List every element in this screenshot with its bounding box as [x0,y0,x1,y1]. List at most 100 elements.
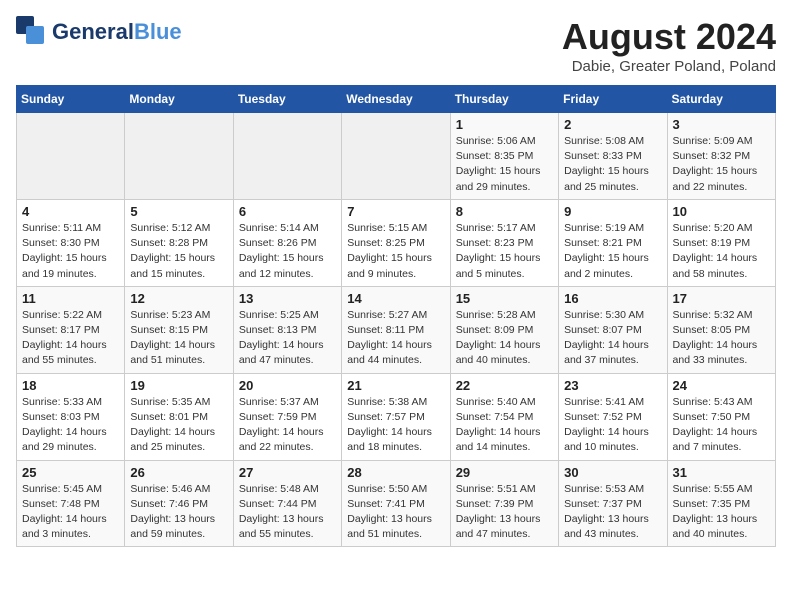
calendar-cell: 26 Sunrise: 5:46 AMSunset: 7:46 PMDayligh… [125,460,233,547]
calendar-cell: 17Sunrise: 5:32 AMSunset: 8:05 PMDayligh… [667,286,775,373]
day-info: Sunrise: 5:43 AMSunset: 7:50 PMDaylight:… [673,395,770,456]
day-info: Sunrise: 5:51 AMSunset: 7:39 PMDaylight:… [456,482,553,543]
day-info: Sunrise: 5:08 AMSunset: 8:33 PMDaylight:… [564,134,661,195]
column-header-saturday: Saturday [667,86,775,113]
day-info: Sunrise: 5:06 AMSunset: 8:35 PMDaylight:… [456,134,553,195]
title-area: August 2024 Dabie, Greater Poland, Polan… [562,16,776,75]
day-number: 22 [456,378,553,393]
day-number: 20 [239,378,336,393]
calendar-cell: 5Sunrise: 5:12 AMSunset: 8:28 PMDaylight… [125,199,233,286]
day-number: 31 [673,465,770,480]
subtitle: Dabie, Greater Poland, Poland [562,58,776,75]
calendar-week-row: 25 Sunrise: 5:45 AMSunset: 7:48 PMDayligh… [17,460,776,547]
day-number: 12 [130,291,227,306]
calendar-cell: 4 Sunrise: 5:11 AMSunset: 8:30 PMDaylight… [17,199,125,286]
calendar-cell: 27 Sunrise: 5:48 AMSunset: 7:44 PMDayligh… [233,460,341,547]
column-header-monday: Monday [125,86,233,113]
day-info: Sunrise: 5:25 AMSunset: 8:13 PMDaylight:… [239,308,336,369]
calendar-cell [17,113,125,200]
calendar-cell: 3 Sunrise: 5:09 AMSunset: 8:32 PMDaylight… [667,113,775,200]
column-header-wednesday: Wednesday [342,86,450,113]
day-info: Sunrise: 5:11 AMSunset: 8:30 PMDaylight:… [22,221,119,282]
logo-general: General [52,19,134,44]
main-title: August 2024 [562,16,776,58]
day-number: 7 [347,204,444,219]
day-info: Sunrise: 5:40 AMSunset: 7:54 PMDaylight:… [456,395,553,456]
day-number: 25 [22,465,119,480]
calendar-cell: 7 Sunrise: 5:15 AMSunset: 8:25 PMDaylight… [342,199,450,286]
day-number: 15 [456,291,553,306]
day-info: Sunrise: 5:09 AMSunset: 8:32 PMDaylight:… [673,134,770,195]
day-number: 28 [347,465,444,480]
day-info: Sunrise: 5:48 AMSunset: 7:44 PMDaylight:… [239,482,336,543]
day-info: Sunrise: 5:14 AMSunset: 8:26 PMDaylight:… [239,221,336,282]
calendar-cell: 8 Sunrise: 5:17 AMSunset: 8:23 PMDaylight… [450,199,558,286]
calendar-cell: 14 Sunrise: 5:27 AMSunset: 8:11 PMDayligh… [342,286,450,373]
calendar-cell: 19 Sunrise: 5:35 AMSunset: 8:01 PMDayligh… [125,373,233,460]
calendar-cell: 16Sunrise: 5:30 AMSunset: 8:07 PMDayligh… [559,286,667,373]
column-header-friday: Friday [559,86,667,113]
day-number: 4 [22,204,119,219]
calendar-week-row: 18Sunrise: 5:33 AMSunset: 8:03 PMDayligh… [17,373,776,460]
calendar-cell [233,113,341,200]
day-number: 9 [564,204,661,219]
day-info: Sunrise: 5:23 AMSunset: 8:15 PMDaylight:… [130,308,227,369]
day-info: Sunrise: 5:46 AMSunset: 7:46 PMDaylight:… [130,482,227,543]
calendar-cell: 21Sunrise: 5:38 AMSunset: 7:57 PMDayligh… [342,373,450,460]
day-number: 13 [239,291,336,306]
day-info: Sunrise: 5:45 AMSunset: 7:48 PMDaylight:… [22,482,119,543]
calendar-cell: 22 Sunrise: 5:40 AMSunset: 7:54 PMDayligh… [450,373,558,460]
day-info: Sunrise: 5:20 AMSunset: 8:19 PMDaylight:… [673,221,770,282]
day-number: 8 [456,204,553,219]
day-number: 3 [673,117,770,132]
day-info: Sunrise: 5:22 AMSunset: 8:17 PMDaylight:… [22,308,119,369]
day-info: Sunrise: 5:27 AMSunset: 8:11 PMDaylight:… [347,308,444,369]
day-number: 26 [130,465,227,480]
day-info: Sunrise: 5:41 AMSunset: 7:52 PMDaylight:… [564,395,661,456]
day-info: Sunrise: 5:15 AMSunset: 8:25 PMDaylight:… [347,221,444,282]
calendar-cell: 31Sunrise: 5:55 AMSunset: 7:35 PMDayligh… [667,460,775,547]
day-info: Sunrise: 5:30 AMSunset: 8:07 PMDaylight:… [564,308,661,369]
calendar-cell: 6Sunrise: 5:14 AMSunset: 8:26 PMDaylight… [233,199,341,286]
calendar-cell: 10Sunrise: 5:20 AMSunset: 8:19 PMDayligh… [667,199,775,286]
day-info: Sunrise: 5:32 AMSunset: 8:05 PMDaylight:… [673,308,770,369]
day-number: 11 [22,291,119,306]
calendar-cell: 28 Sunrise: 5:50 AMSunset: 7:41 PMDayligh… [342,460,450,547]
day-info: Sunrise: 5:35 AMSunset: 8:01 PMDaylight:… [130,395,227,456]
logo-icon [16,16,48,48]
day-number: 24 [673,378,770,393]
day-number: 18 [22,378,119,393]
column-header-thursday: Thursday [450,86,558,113]
calendar-cell: 20 Sunrise: 5:37 AMSunset: 7:59 PMDayligh… [233,373,341,460]
calendar-cell: 25 Sunrise: 5:45 AMSunset: 7:48 PMDayligh… [17,460,125,547]
page-header: GeneralBlue August 2024 Dabie, Greater P… [16,16,776,75]
calendar-cell: 24 Sunrise: 5:43 AMSunset: 7:50 PMDayligh… [667,373,775,460]
day-info: Sunrise: 5:17 AMSunset: 8:23 PMDaylight:… [456,221,553,282]
day-number: 27 [239,465,336,480]
column-header-tuesday: Tuesday [233,86,341,113]
calendar-week-row: 4 Sunrise: 5:11 AMSunset: 8:30 PMDaylight… [17,199,776,286]
day-info: Sunrise: 5:19 AMSunset: 8:21 PMDaylight:… [564,221,661,282]
day-info: Sunrise: 5:50 AMSunset: 7:41 PMDaylight:… [347,482,444,543]
day-number: 29 [456,465,553,480]
day-number: 23 [564,378,661,393]
day-number: 19 [130,378,227,393]
calendar-cell [342,113,450,200]
calendar-cell: 18Sunrise: 5:33 AMSunset: 8:03 PMDayligh… [17,373,125,460]
calendar-cell: 29 Sunrise: 5:51 AMSunset: 7:39 PMDayligh… [450,460,558,547]
day-number: 1 [456,117,553,132]
logo-blue: Blue [134,19,182,44]
calendar-cell: 2 Sunrise: 5:08 AMSunset: 8:33 PMDaylight… [559,113,667,200]
calendar-cell: 15Sunrise: 5:28 AMSunset: 8:09 PMDayligh… [450,286,558,373]
day-info: Sunrise: 5:38 AMSunset: 7:57 PMDaylight:… [347,395,444,456]
calendar-cell: 13 Sunrise: 5:25 AMSunset: 8:13 PMDayligh… [233,286,341,373]
calendar-cell: 9 Sunrise: 5:19 AMSunset: 8:21 PMDaylight… [559,199,667,286]
calendar-table: SundayMondayTuesdayWednesdayThursdayFrid… [16,85,776,547]
day-number: 2 [564,117,661,132]
day-info: Sunrise: 5:12 AMSunset: 8:28 PMDaylight:… [130,221,227,282]
day-info: Sunrise: 5:37 AMSunset: 7:59 PMDaylight:… [239,395,336,456]
calendar-cell [125,113,233,200]
calendar-cell: 30Sunrise: 5:53 AMSunset: 7:37 PMDayligh… [559,460,667,547]
day-number: 14 [347,291,444,306]
calendar-header-row: SundayMondayTuesdayWednesdayThursdayFrid… [17,86,776,113]
